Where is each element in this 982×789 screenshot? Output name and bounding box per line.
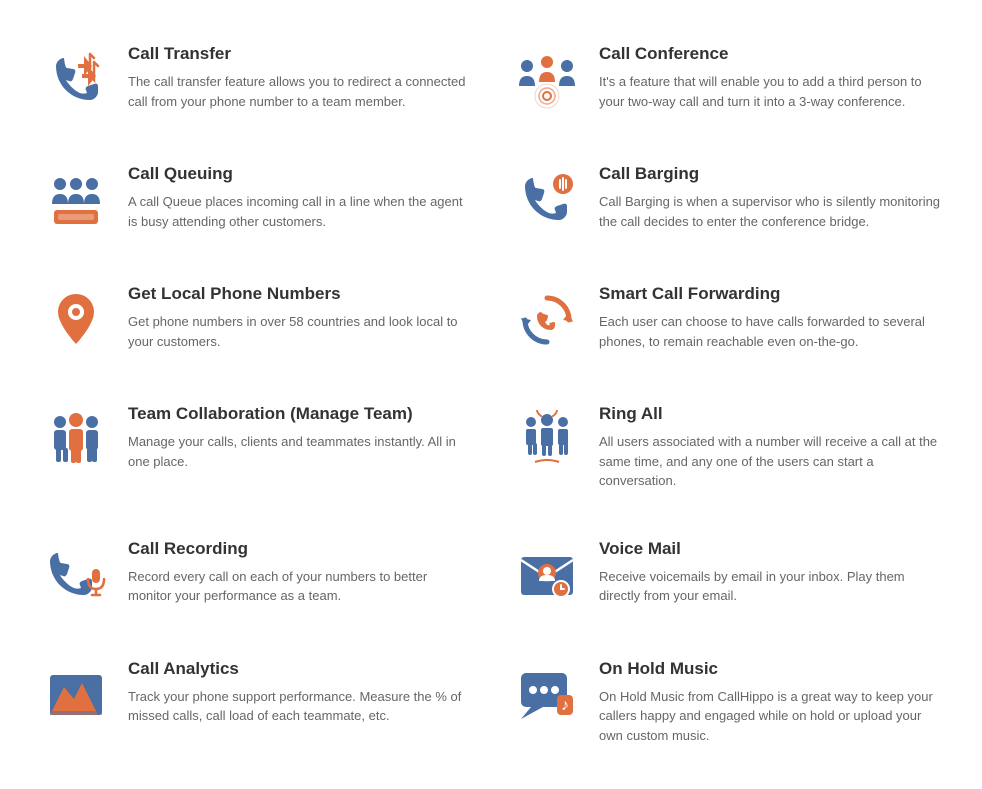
feature-call-recording: Call Recording Record every call on each… [20,515,491,635]
call-recording-text: Call Recording Record every call on each… [128,539,471,606]
ring-all-text: Ring All All users associated with a num… [599,404,942,491]
feature-local-numbers: Get Local Phone Numbers Get phone number… [20,260,491,380]
feature-call-barging: Call Barging Call Barging is when a supe… [491,140,962,260]
call-queuing-text: Call Queuing A call Queue places incomin… [128,164,471,231]
call-conference-text: Call Conference It's a feature that will… [599,44,942,111]
voicemail-desc: Receive voicemails by email in your inbo… [599,567,942,606]
smart-forwarding-desc: Each user can choose to have calls forwa… [599,312,942,351]
local-numbers-desc: Get phone numbers in over 58 countries a… [128,312,471,351]
call-transfer-title: Call Transfer [128,44,471,64]
ring-all-icon [511,404,583,476]
call-queuing-desc: A call Queue places incoming call in a l… [128,192,471,231]
call-transfer-desc: The call transfer feature allows you to … [128,72,471,111]
team-collaboration-title: Team Collaboration (Manage Team) [128,404,471,424]
call-barging-title: Call Barging [599,164,942,184]
call-conference-desc: It's a feature that will enable you to a… [599,72,942,111]
team-collaboration-desc: Manage your calls, clients and teammates… [128,432,471,471]
feature-voicemail: Voice Mail Receive voicemails by email i… [491,515,962,635]
call-barging-text: Call Barging Call Barging is when a supe… [599,164,942,231]
on-hold-music-desc: On Hold Music from CallHippo is a great … [599,687,942,746]
on-hold-music-icon: ♪ [511,659,583,731]
ring-all-desc: All users associated with a number will … [599,432,942,491]
voicemail-title: Voice Mail [599,539,942,559]
feature-call-conference: Call Conference It's a feature that will… [491,20,962,140]
svg-text:♪: ♪ [561,697,569,714]
call-queuing-title: Call Queuing [128,164,471,184]
call-barging-icon [511,164,583,236]
call-recording-icon [40,539,112,611]
call-analytics-desc: Track your phone support performance. Me… [128,687,471,726]
local-numbers-title: Get Local Phone Numbers [128,284,471,304]
call-transfer-icon [40,44,112,116]
team-collaboration-icon [40,404,112,476]
local-numbers-icon [40,284,112,356]
call-analytics-text: Call Analytics Track your phone support … [128,659,471,726]
call-transfer-text: Call Transfer The call transfer feature … [128,44,471,111]
call-conference-title: Call Conference [599,44,942,64]
smart-forwarding-title: Smart Call Forwarding [599,284,942,304]
call-analytics-icon [40,659,112,731]
feature-ring-all: Ring All All users associated with a num… [491,380,962,515]
smart-forwarding-icon [511,284,583,356]
on-hold-music-title: On Hold Music [599,659,942,679]
voicemail-text: Voice Mail Receive voicemails by email i… [599,539,942,606]
call-conference-icon [511,44,583,116]
call-recording-desc: Record every call on each of your number… [128,567,471,606]
call-queuing-icon [40,164,112,236]
feature-smart-forwarding: Smart Call Forwarding Each user can choo… [491,260,962,380]
local-numbers-text: Get Local Phone Numbers Get phone number… [128,284,471,351]
on-hold-music-text: On Hold Music On Hold Music from CallHip… [599,659,942,746]
feature-call-transfer: Call Transfer The call transfer feature … [20,20,491,140]
call-analytics-title: Call Analytics [128,659,471,679]
smart-forwarding-text: Smart Call Forwarding Each user can choo… [599,284,942,351]
call-recording-title: Call Recording [128,539,471,559]
features-grid: Call Transfer The call transfer feature … [20,20,962,769]
ring-all-title: Ring All [599,404,942,424]
feature-team-collaboration: Team Collaboration (Manage Team) Manage … [20,380,491,515]
voicemail-icon [511,539,583,611]
feature-call-queuing: Call Queuing A call Queue places incomin… [20,140,491,260]
feature-call-analytics: Call Analytics Track your phone support … [20,635,491,770]
feature-on-hold-music: ♪ On Hold Music On Hold Music from CallH… [491,635,962,770]
team-collaboration-text: Team Collaboration (Manage Team) Manage … [128,404,471,471]
call-barging-desc: Call Barging is when a supervisor who is… [599,192,942,231]
